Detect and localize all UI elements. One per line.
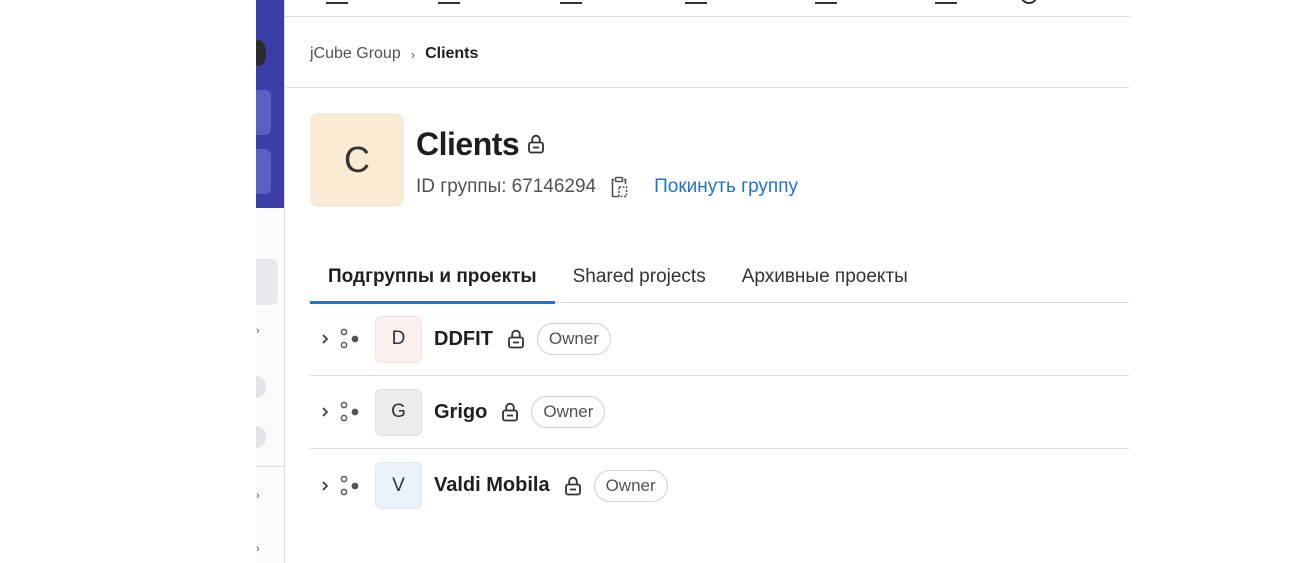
chevron-right-icon[interactable]: › bbox=[256, 490, 260, 502]
sidebar: › › › bbox=[256, 0, 285, 563]
chevron-right-icon[interactable] bbox=[315, 406, 335, 418]
subgroup-icon bbox=[340, 401, 366, 423]
chevron-right-icon[interactable]: › bbox=[256, 543, 260, 555]
list-item[interactable]: G Grigo Owner bbox=[310, 376, 1129, 449]
header-divider bbox=[286, 87, 1129, 88]
role-badge: Owner bbox=[531, 396, 606, 428]
breadcrumb-parent-link[interactable]: jCube Group bbox=[310, 45, 401, 63]
lock-icon bbox=[527, 134, 545, 159]
avatar: G bbox=[375, 388, 422, 436]
copy-id-button[interactable] bbox=[610, 176, 628, 198]
list-item[interactable]: D DDFIT Owner bbox=[310, 303, 1129, 376]
group-id-value: 67146294 bbox=[511, 176, 597, 197]
item-name[interactable]: Valdi Mobila bbox=[434, 474, 550, 497]
item-name[interactable]: Grigo bbox=[434, 401, 487, 424]
leave-group-link[interactable]: Покинуть группу bbox=[654, 176, 798, 198]
toolbar-icon[interactable] bbox=[560, 0, 582, 4]
toolbar-icon[interactable] bbox=[438, 0, 460, 4]
sidebar-button[interactable] bbox=[256, 149, 271, 194]
lock-icon bbox=[507, 329, 525, 349]
sidebar-divider bbox=[256, 466, 284, 467]
page-title: Clients bbox=[416, 126, 520, 162]
lock-icon bbox=[501, 402, 519, 422]
role-badge: Owner bbox=[536, 323, 611, 355]
sidebar-button[interactable] bbox=[256, 90, 271, 135]
subgroup-icon bbox=[340, 328, 366, 350]
breadcrumb-current[interactable]: Clients bbox=[425, 45, 478, 63]
breadcrumb: jCube Group › Clients bbox=[310, 44, 478, 64]
chevron-icon[interactable]: › bbox=[256, 325, 260, 337]
breadcrumb-separator: › bbox=[410, 46, 416, 62]
main-content: jCube Group › Clients C Clients ID групп… bbox=[286, 18, 1129, 563]
help-icon[interactable] bbox=[1020, 0, 1038, 4]
list-item[interactable]: V Valdi Mobila Owner bbox=[310, 449, 1129, 522]
subgroup-list: D DDFIT Owner G Grigo Owner V Valdi Mobi… bbox=[310, 303, 1129, 522]
group-id-label: ID группы: bbox=[416, 176, 507, 197]
sidebar-item[interactable] bbox=[256, 376, 266, 398]
clipboard-icon bbox=[611, 176, 628, 198]
group-meta: ID группы: 67146294 Покинуть группу bbox=[416, 176, 798, 198]
group-title: Clients bbox=[416, 126, 545, 163]
toolbar-icon[interactable] bbox=[326, 0, 348, 4]
sidebar-header bbox=[256, 0, 284, 208]
avatar: D bbox=[375, 315, 422, 363]
chevron-right-icon[interactable] bbox=[315, 333, 335, 345]
tab-archived-projects[interactable]: Архивные проекты bbox=[724, 251, 926, 303]
toolbar-icon[interactable] bbox=[935, 0, 957, 4]
avatar: V bbox=[375, 462, 422, 509]
top-toolbar bbox=[285, 0, 1130, 17]
role-badge: Owner bbox=[593, 469, 668, 502]
group-avatar: C bbox=[310, 113, 404, 207]
logo-icon[interactable] bbox=[256, 40, 266, 66]
group-tabs: Подгруппы и проекты Shared projects Архи… bbox=[310, 251, 1129, 304]
tab-shared-projects[interactable]: Shared projects bbox=[555, 251, 724, 303]
chevron-right-icon[interactable] bbox=[315, 480, 335, 492]
tab-subgroups-projects[interactable]: Подгруппы и проекты bbox=[310, 251, 555, 304]
lock-icon bbox=[564, 476, 582, 496]
subgroup-icon bbox=[340, 475, 366, 497]
sidebar-item-selected[interactable] bbox=[256, 259, 278, 305]
sidebar-item[interactable] bbox=[256, 426, 266, 448]
toolbar-icon[interactable] bbox=[815, 0, 837, 4]
item-name[interactable]: DDFIT bbox=[434, 328, 493, 351]
toolbar-icon[interactable] bbox=[685, 0, 707, 4]
